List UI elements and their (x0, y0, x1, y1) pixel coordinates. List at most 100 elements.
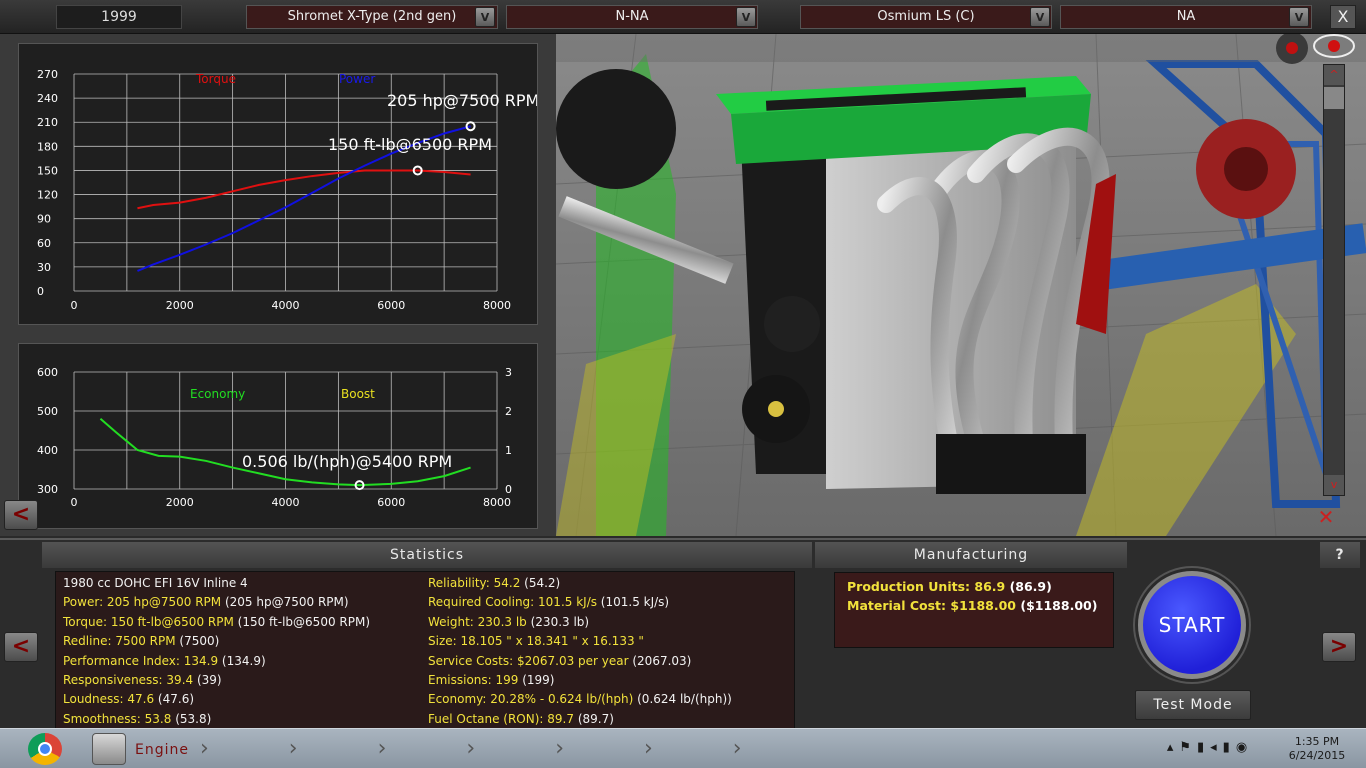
y-tick-label: 270 (37, 68, 58, 81)
engine-dropdown[interactable]: Osmium LS (C) (800, 5, 1052, 29)
chrome-icon[interactable] (28, 733, 62, 765)
stat-line: Power: 205 hp@7500 RPM (205 hp@7500 RPM) (63, 593, 423, 612)
manufacturing-label: Production Units: 86.9 (847, 579, 1006, 594)
stat-value: (150 ft-lb@6500 RPM) (233, 614, 371, 629)
year-display[interactable]: 1999 (56, 5, 182, 29)
family-dropdown-arrow-icon[interactable]: V (475, 7, 495, 27)
close-button[interactable]: X (1330, 5, 1356, 29)
stat-label: Fuel Octane (RON): 89.7 (428, 711, 574, 726)
scroll-up-icon[interactable]: ^ (1324, 65, 1344, 85)
stat-line: Emissions: 199 (199) (428, 671, 793, 690)
family-variant-dropdown-arrow-icon[interactable]: V (736, 7, 756, 27)
scroll-thumb[interactable] (1324, 87, 1344, 109)
stat-line: Torque: 150 ft-lb@6500 RPM (150 ft-lb@65… (63, 613, 423, 632)
family-dropdown[interactable]: Shromet X-Type (2nd gen) (246, 5, 498, 29)
top-bar: 1999 Shromet X-Type (2nd gen) V N-NA V O… (0, 0, 1366, 34)
family-variant-dropdown[interactable]: N-NA (506, 5, 758, 29)
y-right-tick-label: 2 (505, 405, 512, 418)
clock-date: 6/24/2015 (1288, 749, 1346, 762)
y-left-tick-label: 600 (37, 366, 58, 379)
stat-value: (2067.03) (628, 653, 692, 668)
stat-label: Required Cooling: 101.5 kJ/s (428, 595, 597, 610)
engine-render (556, 34, 1366, 536)
stat-label: 1980 cc DOHC EFI 16V Inline 4 (63, 576, 248, 590)
manufacturing-header: Manufacturing (815, 542, 1127, 568)
manufacturing-line: Production Units: 86.9 (86.9) (847, 577, 1101, 596)
help-button[interactable]: ? (1320, 542, 1360, 568)
power-torque-chart: 270 240 210 180 150 120 90 60 30 0 0 2000 4000 6000 80… (18, 43, 538, 325)
manufacturing-value: ($1188.00) (1016, 598, 1098, 613)
stat-label: Torque: 150 ft-lb@6500 RPM (63, 614, 234, 629)
y-tick-label: 210 (37, 116, 58, 129)
viewport-scrollbar[interactable]: ^ v (1323, 64, 1345, 496)
x-tick-label: 8000 (483, 299, 511, 312)
stat-line: Fuel Octane (RON): 89.7 (89.7) (428, 710, 793, 729)
stat-value: (53.8) (171, 711, 212, 726)
x-tick-label: 4000 (272, 299, 300, 312)
stat-value: (39) (193, 673, 222, 688)
y-tick-label: 240 (37, 92, 58, 105)
y-left-tick-label: 300 (37, 483, 58, 496)
manufacturing-line: Material Cost: $1188.00 ($1188.00) (847, 596, 1101, 615)
y-right-tick-label: 3 (505, 366, 512, 379)
power-peak-annotation: 205 hp@7500 RPM (387, 91, 537, 110)
stat-label: Power: 205 hp@7500 RPM (63, 595, 222, 610)
chart-back-button[interactable]: < (4, 500, 38, 530)
stat-label: Weight: 230.3 lb (428, 614, 527, 629)
engine-dropdown-arrow-icon[interactable]: V (1030, 7, 1050, 27)
legend-torque: Torque (195, 72, 236, 86)
stat-value: (134.9) (218, 653, 266, 668)
stat-line: Size: 18.105 " x 18.341 " x 16.133 " (428, 632, 793, 651)
stat-label: Economy: 20.28% - 0.624 lb/(hph) (428, 692, 634, 707)
y-tick-label: 90 (37, 213, 51, 226)
series-line-torque (137, 169, 471, 210)
torque-peak-annotation: 150 ft-lb@6500 RPM (328, 135, 492, 154)
previous-button[interactable]: < (4, 632, 38, 662)
stat-line: 1980 cc DOHC EFI 16V Inline 4 (63, 574, 423, 593)
stat-line: Reliability: 54.2 (54.2) (428, 574, 793, 593)
stat-value: (7500) (175, 634, 220, 649)
scroll-down-icon[interactable]: v (1324, 475, 1344, 495)
legend-economy: Economy (190, 387, 245, 401)
engine-3d-viewport[interactable]: ^ v ✕ (556, 34, 1366, 536)
engine-tab-label[interactable]: Engine (135, 742, 189, 758)
stats-left-column: 1980 cc DOHC EFI 16V Inline 4 Power: 205 … (63, 574, 423, 729)
x-tick-label: 6000 (377, 496, 405, 509)
reset-view-icon[interactable]: ✕ (1308, 502, 1344, 532)
test-mode-button[interactable]: Test Mode (1135, 690, 1251, 720)
statistics-box: 1980 cc DOHC EFI 16V Inline 4 Power: 205 … (55, 571, 795, 731)
x-tick-label: 8000 (483, 496, 511, 509)
game-taskbar-icon[interactable] (92, 733, 126, 765)
legend-power: Power (339, 72, 375, 86)
engine-variant-dropdown[interactable]: NA (1060, 5, 1312, 29)
stat-line: Economy: 20.28% - 0.624 lb/(hph) (0.624 … (428, 690, 793, 709)
x-tick-label: 0 (71, 496, 78, 509)
manufacturing-label: Material Cost: $1188.00 (847, 598, 1017, 613)
stat-line: Loudness: 47.6 (47.6) (63, 690, 423, 709)
clock-time: 1:35 PM (1294, 735, 1340, 748)
clock[interactable]: 1:35 PM 6/24/2015 (1282, 735, 1352, 763)
y-right-tick-label: 0 (505, 483, 512, 496)
x-tick-label: 4000 (272, 496, 300, 509)
economy-boost-chart: 600 500 400 300 3 2 1 0 0 2000 4000 6000 8000 Econom… (18, 343, 538, 529)
stat-value: (101.5 kJ/s) (596, 595, 670, 610)
engine-variant-dropdown-arrow-icon[interactable]: V (1289, 7, 1309, 27)
legend-boost: Boost (341, 387, 375, 401)
x-tick-label: 0 (71, 299, 78, 312)
stat-value: (0.624 lb/(hph)) (633, 692, 732, 707)
stat-line: Service Costs: $2067.03 per year (2067.0… (428, 652, 793, 671)
y-left-tick-label: 500 (37, 405, 58, 418)
stat-value: (47.6) (154, 692, 195, 707)
stat-label: Smoothness: 53.8 (63, 711, 172, 726)
next-button[interactable]: > (1322, 632, 1356, 662)
system-tray-icons[interactable]: ▴⚑▮◂▮◉ (1140, 741, 1280, 755)
start-button[interactable]: START (1138, 571, 1246, 679)
y-tick-label: 120 (37, 189, 58, 202)
stat-value: (89.7) (574, 711, 614, 726)
stat-line: Required Cooling: 101.5 kJ/s (101.5 kJ/s… (428, 593, 793, 612)
stat-label: Loudness: 47.6 (63, 692, 155, 707)
stats-right-column: Reliability: 54.2 (54.2) Required Cooling… (428, 574, 793, 729)
stat-value: (230.3 lb) (526, 614, 590, 629)
y-tick-label: 0 (37, 285, 44, 298)
y-tick-label: 180 (37, 140, 58, 153)
